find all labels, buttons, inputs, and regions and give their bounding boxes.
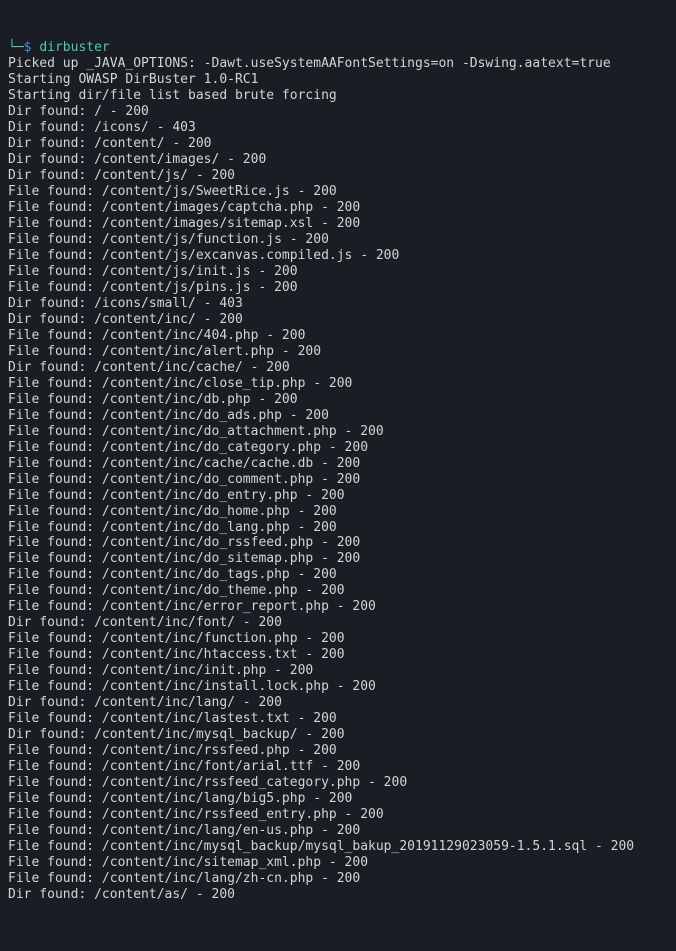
output-line: File found: /content/inc/error_report.ph…: [8, 599, 668, 615]
output-line: File found: /content/inc/close_tip.php -…: [8, 376, 668, 392]
output-line: Dir found: /content/inc/cache/ - 200: [8, 360, 668, 376]
terminal-prompt: └─$ dirbuster: [8, 40, 668, 56]
output-line: Dir found: /content/inc/font/ - 200: [8, 615, 668, 631]
output-line: Dir found: /content/inc/lang/ - 200: [8, 695, 668, 711]
output-line: File found: /content/inc/function.php - …: [8, 631, 668, 647]
output-line: File found: /content/inc/do_attachment.p…: [8, 424, 668, 440]
command-text: dirbuster: [39, 40, 109, 55]
output-line: Dir found: /content/ - 200: [8, 136, 668, 152]
output-line: File found: /content/js/function.js - 20…: [8, 232, 668, 248]
output-line: File found: /content/inc/do_ads.php - 20…: [8, 408, 668, 424]
output-line: File found: /content/images/captcha.php …: [8, 200, 668, 216]
output-line: File found: /content/inc/do_tags.php - 2…: [8, 567, 668, 583]
output-line: File found: /content/inc/do_lang.php - 2…: [8, 520, 668, 536]
output-line: Starting OWASP DirBuster 1.0-RC1: [8, 72, 668, 88]
output-line: File found: /content/inc/install.lock.ph…: [8, 679, 668, 695]
output-line: File found: /content/inc/rssfeed_entry.p…: [8, 807, 668, 823]
output-line: Dir found: /content/as/ - 200: [8, 887, 668, 903]
output-line: File found: /content/inc/alert.php - 200: [8, 344, 668, 360]
output-line: File found: /content/images/sitemap.xsl …: [8, 216, 668, 232]
output-line: Picked up _JAVA_OPTIONS: -Dawt.useSystem…: [8, 56, 668, 72]
output-line: File found: /content/js/excanvas.compile…: [8, 248, 668, 264]
output-line: File found: /content/inc/do_rssfeed.php …: [8, 535, 668, 551]
output-line: Dir found: /icons/small/ - 403: [8, 296, 668, 312]
output-line: File found: /content/inc/db.php - 200: [8, 392, 668, 408]
output-line: File found: /content/js/SweetRice.js - 2…: [8, 184, 668, 200]
output-line: Dir found: /content/inc/ - 200: [8, 312, 668, 328]
output-line: Dir found: /content/js/ - 200: [8, 168, 668, 184]
output-line: Dir found: /icons/ - 403: [8, 120, 668, 136]
output-line: File found: /content/inc/htaccess.txt - …: [8, 647, 668, 663]
output-line: File found: /content/inc/sitemap_xml.php…: [8, 855, 668, 871]
output-line: File found: /content/inc/do_sitemap.php …: [8, 551, 668, 567]
terminal-output: Picked up _JAVA_OPTIONS: -Dawt.useSystem…: [8, 56, 668, 903]
output-line: Starting dir/file list based brute forci…: [8, 88, 668, 104]
output-line: File found: /content/inc/do_category.php…: [8, 440, 668, 456]
output-line: File found: /content/inc/init.php - 200: [8, 663, 668, 679]
output-line: File found: /content/js/init.js - 200: [8, 264, 668, 280]
output-line: Dir found: / - 200: [8, 104, 668, 120]
output-line: File found: /content/inc/do_entry.php - …: [8, 488, 668, 504]
output-line: File found: /content/inc/font/arial.ttf …: [8, 759, 668, 775]
output-line: File found: /content/inc/lang/big5.php -…: [8, 791, 668, 807]
output-line: File found: /content/inc/mysql_backup/my…: [8, 839, 668, 855]
output-line: File found: /content/inc/do_theme.php - …: [8, 583, 668, 599]
prompt-dollar: $: [24, 40, 32, 55]
output-line: File found: /content/inc/rssfeed_categor…: [8, 775, 668, 791]
output-line: File found: /content/inc/rssfeed.php - 2…: [8, 743, 668, 759]
output-line: File found: /content/inc/lastest.txt - 2…: [8, 711, 668, 727]
output-line: File found: /content/inc/404.php - 200: [8, 328, 668, 344]
output-line: Dir found: /content/inc/mysql_backup/ - …: [8, 727, 668, 743]
output-line: File found: /content/inc/lang/en-us.php …: [8, 823, 668, 839]
output-line: File found: /content/inc/do_home.php - 2…: [8, 504, 668, 520]
output-line: File found: /content/inc/cache/cache.db …: [8, 456, 668, 472]
prompt-tree: └─: [8, 40, 24, 55]
output-line: File found: /content/js/pins.js - 200: [8, 280, 668, 296]
output-line: File found: /content/inc/do_comment.php …: [8, 472, 668, 488]
output-line: Dir found: /content/images/ - 200: [8, 152, 668, 168]
